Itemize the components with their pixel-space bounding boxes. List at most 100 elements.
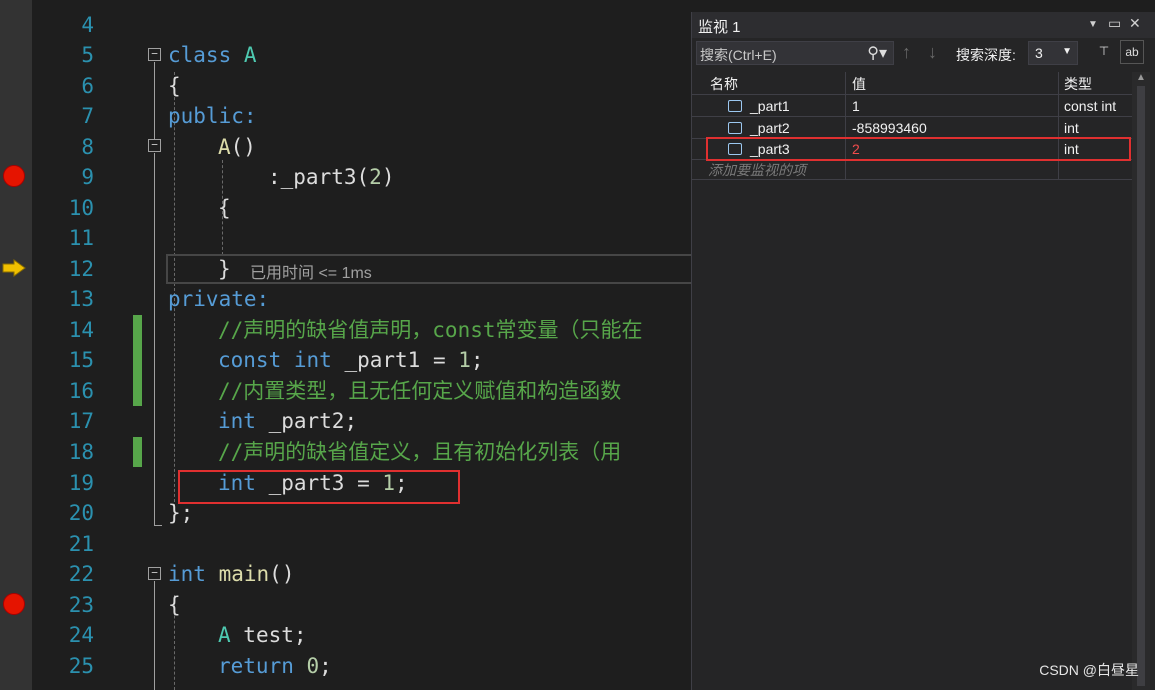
- annotation-highlight-box: [178, 470, 460, 504]
- code-line: const int _part1 = 1;: [218, 345, 484, 375]
- code-line: class A: [168, 40, 257, 70]
- code-line: {: [218, 196, 231, 220]
- field-icon: [728, 100, 742, 112]
- comment-line: //内置类型，且无任何定义赋值和构造函数: [218, 379, 622, 403]
- column-header-name[interactable]: 名称: [710, 74, 738, 95]
- code-line: return 0;: [218, 651, 332, 681]
- fold-icon[interactable]: −: [148, 139, 161, 152]
- column-header-type[interactable]: 类型: [1064, 74, 1092, 95]
- column-separator[interactable]: [1058, 72, 1059, 179]
- column-header-value[interactable]: 值: [852, 74, 866, 95]
- change-marker: [133, 315, 142, 406]
- fold-icon[interactable]: −: [148, 567, 161, 580]
- line-number: 11: [68, 226, 94, 250]
- line-number: 25: [68, 654, 94, 678]
- row-divider: [692, 116, 1132, 117]
- breakpoint-gutter[interactable]: [0, 0, 32, 690]
- code-text: (): [230, 135, 256, 159]
- line-number: 6: [81, 74, 94, 98]
- code-line: {: [168, 593, 181, 617]
- maximize-icon[interactable]: ▭: [1108, 15, 1121, 32]
- line-number: 15: [68, 348, 94, 372]
- watch-name-cell: _part1: [750, 98, 790, 114]
- line-number: 22: [68, 562, 94, 586]
- keyword: class: [168, 43, 232, 67]
- line-number: 19: [68, 471, 94, 495]
- watch-value-cell[interactable]: -858993460: [852, 120, 927, 136]
- breakpoint-icon[interactable]: [3, 593, 25, 615]
- add-watch-item[interactable]: 添加要监视的项: [708, 160, 806, 180]
- line-number: 23: [68, 593, 94, 617]
- number: 1: [458, 348, 471, 372]
- class-name: A: [218, 623, 231, 647]
- fold-icon[interactable]: −: [148, 48, 161, 61]
- code-line: int main(): [168, 559, 294, 589]
- line-number: 17: [68, 409, 94, 433]
- line-number: 10: [68, 196, 94, 220]
- line-number: 16: [68, 379, 94, 403]
- code-text: (): [269, 562, 295, 586]
- close-icon[interactable]: ✕: [1129, 15, 1141, 32]
- code-line: A test;: [218, 620, 307, 650]
- watch-toolbar: 搜索(Ctrl+E) ⚲▾ ↑ ↓ 搜索深度: 3 ▼ ⊤ ab: [692, 40, 1155, 68]
- elapsed-time-hint: 已用时间 <= 1ms: [250, 265, 372, 282]
- current-line-highlight: [166, 254, 693, 284]
- scroll-up-icon[interactable]: ▲: [1136, 72, 1146, 83]
- search-depth-select[interactable]: 3 ▼: [1028, 41, 1078, 65]
- code-text: test;: [230, 623, 307, 647]
- watch-window[interactable]: 监视 1 ▼ ▭ ✕ 搜索(Ctrl+E) ⚲▾ ↑ ↓ 搜索深度: 3 ▼ ⊤…: [691, 12, 1155, 690]
- comment-line: //声明的缺省值声明，const常变量（只能在: [218, 318, 643, 342]
- keyword: const: [218, 348, 282, 372]
- keyword: int: [293, 348, 332, 372]
- line-number: 4: [81, 13, 94, 37]
- down-arrow-icon[interactable]: ↓: [928, 42, 937, 63]
- watch-title: 监视 1: [698, 19, 741, 36]
- watch-value-cell[interactable]: 1: [852, 98, 860, 114]
- comment-line: //声明的缺省值定义，且有初始化列表（用: [218, 440, 622, 464]
- line-number: 13: [68, 287, 94, 311]
- code-line: private:: [168, 287, 270, 311]
- code-text: ;: [319, 654, 332, 678]
- window-menu-dropdown-icon[interactable]: ▼: [1088, 19, 1098, 30]
- function-name: A: [218, 135, 231, 159]
- line-number: 12: [68, 257, 94, 281]
- up-arrow-icon[interactable]: ↑: [902, 42, 911, 63]
- watch-type-cell: int: [1064, 120, 1079, 136]
- outline-line: [154, 153, 155, 525]
- code-text: ): [381, 165, 395, 189]
- column-separator[interactable]: [845, 72, 846, 179]
- field-icon[interactable]: ab: [1120, 40, 1144, 64]
- field-icon: [728, 122, 742, 134]
- pin-icon[interactable]: ⊤: [1092, 40, 1116, 64]
- scrollbar-thumb[interactable]: [1137, 86, 1145, 686]
- keyword: return: [218, 654, 294, 678]
- line-number: 21: [68, 532, 94, 556]
- current-line-arrow-icon: [2, 259, 26, 277]
- code-line: }: [218, 257, 231, 281]
- number: 2: [369, 165, 382, 189]
- function-name: main: [218, 562, 270, 586]
- breakpoint-icon[interactable]: [3, 165, 25, 187]
- code-line: int _part2;: [218, 406, 357, 436]
- line-number: 18: [68, 440, 94, 464]
- watermark: CSDN @白昼星: [1039, 662, 1139, 678]
- code-line: :_part3(2): [268, 162, 394, 192]
- row-divider: [692, 94, 1132, 95]
- code-line: A(): [218, 132, 256, 162]
- outline-line: [154, 525, 162, 526]
- vertical-scrollbar[interactable]: ▲: [1132, 72, 1150, 690]
- watch-title-bar[interactable]: 监视 1 ▼ ▭ ✕: [692, 12, 1155, 38]
- keyword: int: [218, 409, 256, 433]
- code-line: {: [168, 74, 181, 98]
- outline-line: [154, 581, 155, 690]
- line-number: 7: [81, 104, 94, 128]
- line-number: 14: [68, 318, 94, 342]
- code-text: _part1 =: [331, 348, 459, 372]
- search-input[interactable]: 搜索(Ctrl+E) ⚲▾: [696, 41, 894, 65]
- code-line: public:: [168, 104, 257, 128]
- change-marker: [133, 437, 142, 467]
- search-icon[interactable]: ⚲▾: [867, 43, 887, 63]
- line-number: 5: [81, 43, 94, 67]
- line-number: 9: [81, 165, 94, 189]
- line-number: 8: [81, 135, 94, 159]
